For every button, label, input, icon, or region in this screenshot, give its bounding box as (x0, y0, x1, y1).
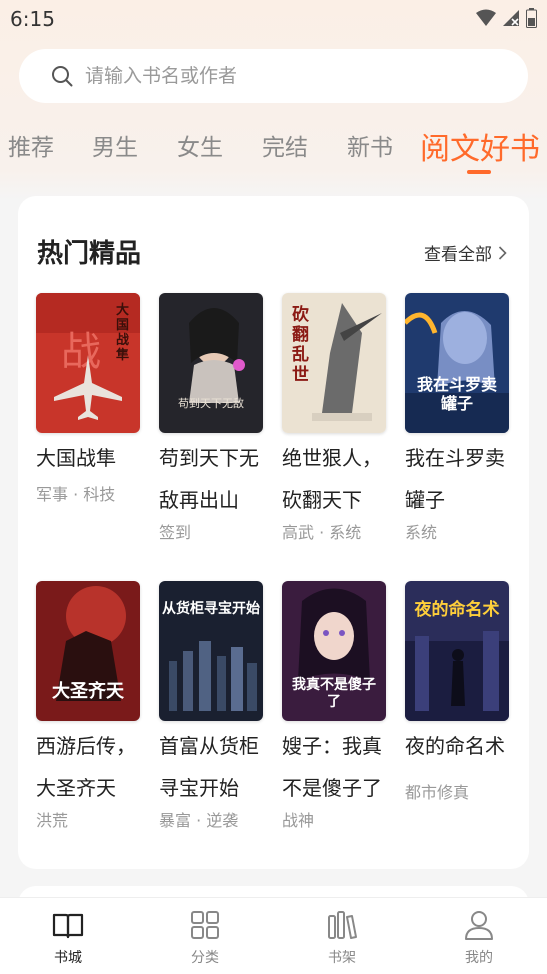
status-icons (476, 8, 537, 28)
book-item[interactable]: 夜的命名术 夜的命名术 都市修真 (405, 581, 513, 803)
book-cover[interactable]: 苟到天下无敌 (159, 293, 263, 433)
book-tags: 签到 (159, 523, 192, 542)
nav-category[interactable]: 分类 (165, 908, 245, 967)
cover-title: 我真不是傻子了 (292, 677, 376, 710)
book-title: 大国战隼 (36, 446, 116, 470)
user-icon (465, 911, 493, 940)
book-cover[interactable]: 我真不是傻子了 (282, 581, 386, 721)
book-tags: 都市修真 (405, 783, 470, 802)
tab-completed[interactable]: 完结 (262, 128, 308, 162)
book-title: 我在斗罗卖罐子 (405, 446, 505, 512)
view-all-link[interactable]: 查看全部 (424, 240, 507, 265)
cover-title: 从货柜寻宝开始 (162, 601, 260, 617)
book-cover[interactable]: 战 大国战隼 (36, 293, 140, 433)
book-item[interactable]: 我真不是傻子了 嫂子：我真不是傻子了 战神 (282, 581, 390, 831)
book-open-icon (52, 913, 84, 939)
signal-icon (503, 10, 519, 26)
book-item[interactable]: 战 大国战隼 大国战隼 军事 · 科技 (36, 293, 144, 505)
tab-yuewen-good-books[interactable]: 阅文好书 (420, 124, 540, 168)
cover-title: 苟到天下无敌 (178, 397, 244, 410)
book-cover[interactable]: 从货柜寻宝开始 (159, 581, 263, 721)
search-icon (52, 66, 73, 87)
book-cover[interactable]: 大圣齐天 (36, 581, 140, 721)
book-title: 嫂子：我真不是傻子了 (282, 734, 382, 800)
book-item[interactable]: 从货柜寻宝开始 首富从货柜寻宝开始 暴富 · 逆袭 (159, 581, 267, 831)
book-title: 夜的命名术 (405, 734, 505, 758)
bottom-nav: 书城 分类 书架 我的 (0, 897, 547, 974)
chevron-right-icon (498, 245, 507, 260)
nav-label: 分类 (191, 950, 219, 966)
tab-recommend[interactable]: 推荐 (8, 128, 54, 162)
book-tags: 军事 · 科技 (36, 485, 116, 504)
nav-label: 书架 (328, 950, 356, 966)
nav-bookshelf[interactable]: 书架 (302, 908, 382, 967)
cover-title: 砍翻乱世 (292, 305, 309, 385)
book-title: 苟到天下无敌再出山 (159, 446, 259, 512)
book-title: 首富从货柜寻宝开始 (159, 734, 259, 800)
book-tags: 暴富 · 逆袭 (159, 811, 239, 830)
tab-new[interactable]: 新书 (347, 128, 393, 162)
battery-icon (526, 8, 537, 28)
book-cover[interactable]: 夜的命名术 (405, 581, 509, 721)
nav-label: 我的 (465, 950, 493, 966)
search-input[interactable] (85, 49, 505, 103)
book-item[interactable]: 砍翻乱世 绝世狠人，砍翻天下 高武 · 系统 (282, 293, 390, 543)
book-tags: 洪荒 (36, 811, 69, 830)
book-item[interactable]: 苟到天下无敌 苟到天下无敌再出山 签到 (159, 293, 267, 543)
category-tabs: 推荐 男生 女生 完结 新书 阅文好书 (0, 128, 547, 176)
grid-icon (191, 911, 219, 939)
tab-male[interactable]: 男生 (92, 128, 138, 162)
status-time: 6:15 (10, 7, 55, 31)
nav-bookstore[interactable]: 书城 (28, 908, 108, 967)
cover-title: 大圣齐天 (52, 681, 124, 702)
hot-picks-card: 热门精品 查看全部 战 大国战隼 大国战隼 军事 · 科技 苟到天下无敌 苟到天… (18, 196, 529, 869)
status-bar: 6:15 (0, 0, 547, 38)
nav-profile[interactable]: 我的 (439, 908, 519, 967)
view-all-label: 查看全部 (424, 245, 492, 265)
cover-title: 大国战隼 (116, 303, 130, 363)
tab-female[interactable]: 女生 (177, 128, 223, 162)
bookshelf-icon (328, 911, 357, 939)
book-cover[interactable]: 我在斗罗卖罐子 (405, 293, 509, 433)
book-tags: 高武 · 系统 (282, 523, 362, 542)
svg-text:战: 战 (61, 329, 101, 375)
search-bar[interactable] (19, 49, 528, 103)
book-item[interactable]: 我在斗罗卖罐子 我在斗罗卖罐子 系统 (405, 293, 513, 543)
book-cover[interactable]: 砍翻乱世 (282, 293, 386, 433)
cover-title: 夜的命名术 (414, 600, 500, 620)
book-title: 西游后传，大圣齐天 (36, 734, 136, 800)
nav-label: 书城 (54, 950, 82, 966)
tab-active-indicator (467, 170, 491, 174)
section-title: 热门精品 (37, 239, 142, 269)
book-item[interactable]: 大圣齐天 西游后传，大圣齐天 洪荒 (36, 581, 144, 831)
book-title: 绝世狠人，砍翻天下 (282, 446, 382, 512)
book-tags: 系统 (405, 523, 438, 542)
book-tags: 战神 (282, 811, 315, 830)
wifi-icon (476, 9, 496, 26)
cover-title: 我在斗罗卖罐子 (416, 375, 497, 413)
